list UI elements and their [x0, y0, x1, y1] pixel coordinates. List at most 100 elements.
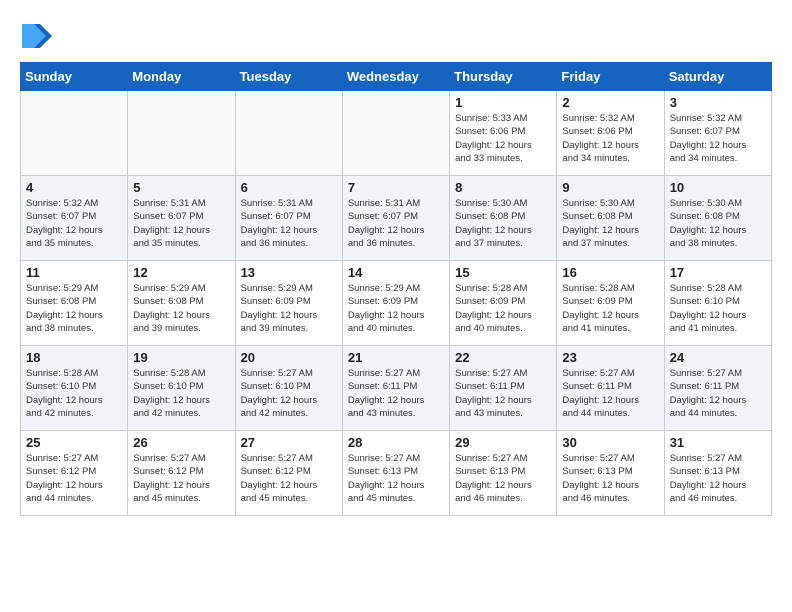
day-info: Sunrise: 5:28 AM Sunset: 6:09 PM Dayligh…	[455, 282, 551, 335]
day-info: Sunrise: 5:33 AM Sunset: 6:06 PM Dayligh…	[455, 112, 551, 165]
day-number: 2	[562, 95, 658, 110]
day-info: Sunrise: 5:32 AM Sunset: 6:06 PM Dayligh…	[562, 112, 658, 165]
calendar-day-cell	[21, 91, 128, 176]
day-number: 16	[562, 265, 658, 280]
logo-icon	[20, 20, 52, 52]
day-info: Sunrise: 5:28 AM Sunset: 6:10 PM Dayligh…	[26, 367, 122, 420]
calendar-day-cell: 4 Sunrise: 5:32 AM Sunset: 6:07 PM Daylig…	[21, 176, 128, 261]
calendar-day-cell: 29 Sunrise: 5:27 AM Sunset: 6:13 PM Dayli…	[450, 431, 557, 516]
calendar-week-row: 25 Sunrise: 5:27 AM Sunset: 6:12 PM Dayli…	[21, 431, 772, 516]
day-info: Sunrise: 5:30 AM Sunset: 6:08 PM Dayligh…	[670, 197, 766, 250]
calendar-day-cell	[128, 91, 235, 176]
day-info: Sunrise: 5:27 AM Sunset: 6:11 PM Dayligh…	[562, 367, 658, 420]
calendar-day-cell: 16 Sunrise: 5:28 AM Sunset: 6:09 PM Dayli…	[557, 261, 664, 346]
calendar-day-cell: 27 Sunrise: 5:27 AM Sunset: 6:12 PM Dayli…	[235, 431, 342, 516]
day-number: 19	[133, 350, 229, 365]
calendar-day-cell: 24 Sunrise: 5:27 AM Sunset: 6:11 PM Dayli…	[664, 346, 771, 431]
day-info: Sunrise: 5:27 AM Sunset: 6:13 PM Dayligh…	[562, 452, 658, 505]
calendar-day-cell: 20 Sunrise: 5:27 AM Sunset: 6:10 PM Dayli…	[235, 346, 342, 431]
day-number: 11	[26, 265, 122, 280]
day-info: Sunrise: 5:30 AM Sunset: 6:08 PM Dayligh…	[562, 197, 658, 250]
day-number: 20	[241, 350, 337, 365]
day-number: 25	[26, 435, 122, 450]
calendar-day-cell: 7 Sunrise: 5:31 AM Sunset: 6:07 PM Daylig…	[342, 176, 449, 261]
calendar-day-cell: 3 Sunrise: 5:32 AM Sunset: 6:07 PM Daylig…	[664, 91, 771, 176]
day-number: 15	[455, 265, 551, 280]
day-info: Sunrise: 5:29 AM Sunset: 6:09 PM Dayligh…	[241, 282, 337, 335]
calendar-table: SundayMondayTuesdayWednesdayThursdayFrid…	[20, 62, 772, 516]
calendar-week-row: 11 Sunrise: 5:29 AM Sunset: 6:08 PM Dayli…	[21, 261, 772, 346]
calendar-day-cell: 31 Sunrise: 5:27 AM Sunset: 6:13 PM Dayli…	[664, 431, 771, 516]
day-number: 18	[26, 350, 122, 365]
day-info: Sunrise: 5:28 AM Sunset: 6:10 PM Dayligh…	[133, 367, 229, 420]
calendar-day-cell: 14Sunrise: 5:29 AM Sunset: 6:09 PM Dayli…	[342, 261, 449, 346]
calendar-day-cell: 1 Sunrise: 5:33 AM Sunset: 6:06 PM Daylig…	[450, 91, 557, 176]
day-number: 1	[455, 95, 551, 110]
calendar-week-row: 4 Sunrise: 5:32 AM Sunset: 6:07 PM Daylig…	[21, 176, 772, 261]
day-of-week-header: Thursday	[450, 63, 557, 91]
calendar-week-row: 1 Sunrise: 5:33 AM Sunset: 6:06 PM Daylig…	[21, 91, 772, 176]
day-of-week-header: Tuesday	[235, 63, 342, 91]
calendar-day-cell: 6 Sunrise: 5:31 AM Sunset: 6:07 PM Daylig…	[235, 176, 342, 261]
day-number: 17	[670, 265, 766, 280]
day-info: Sunrise: 5:27 AM Sunset: 6:12 PM Dayligh…	[133, 452, 229, 505]
day-info: Sunrise: 5:31 AM Sunset: 6:07 PM Dayligh…	[133, 197, 229, 250]
calendar-day-cell: 30 Sunrise: 5:27 AM Sunset: 6:13 PM Dayli…	[557, 431, 664, 516]
day-number: 6	[241, 180, 337, 195]
day-number: 4	[26, 180, 122, 195]
day-info: Sunrise: 5:29 AM Sunset: 6:09 PM Dayligh…	[348, 282, 444, 335]
day-info: Sunrise: 5:29 AM Sunset: 6:08 PM Dayligh…	[133, 282, 229, 335]
day-number: 13	[241, 265, 337, 280]
day-info: Sunrise: 5:27 AM Sunset: 6:12 PM Dayligh…	[26, 452, 122, 505]
calendar-day-cell: 28Sunrise: 5:27 AM Sunset: 6:13 PM Dayli…	[342, 431, 449, 516]
day-of-week-header: Friday	[557, 63, 664, 91]
day-of-week-header: Sunday	[21, 63, 128, 91]
day-number: 31	[670, 435, 766, 450]
day-number: 22	[455, 350, 551, 365]
day-info: Sunrise: 5:27 AM Sunset: 6:13 PM Dayligh…	[455, 452, 551, 505]
day-number: 26	[133, 435, 229, 450]
day-info: Sunrise: 5:27 AM Sunset: 6:13 PM Dayligh…	[670, 452, 766, 505]
calendar-day-cell: 5 Sunrise: 5:31 AM Sunset: 6:07 PM Daylig…	[128, 176, 235, 261]
calendar-day-cell: 10Sunrise: 5:30 AM Sunset: 6:08 PM Dayli…	[664, 176, 771, 261]
day-number: 9	[562, 180, 658, 195]
calendar-day-cell: 13 Sunrise: 5:29 AM Sunset: 6:09 PM Dayli…	[235, 261, 342, 346]
calendar-day-cell	[235, 91, 342, 176]
day-number: 5	[133, 180, 229, 195]
day-number: 24	[670, 350, 766, 365]
day-number: 27	[241, 435, 337, 450]
day-info: Sunrise: 5:30 AM Sunset: 6:08 PM Dayligh…	[455, 197, 551, 250]
day-info: Sunrise: 5:27 AM Sunset: 6:11 PM Dayligh…	[455, 367, 551, 420]
day-info: Sunrise: 5:27 AM Sunset: 6:10 PM Dayligh…	[241, 367, 337, 420]
day-number: 7	[348, 180, 444, 195]
calendar-day-cell: 2 Sunrise: 5:32 AM Sunset: 6:06 PM Daylig…	[557, 91, 664, 176]
logo	[20, 20, 56, 52]
calendar-day-cell: 23Sunrise: 5:27 AM Sunset: 6:11 PM Dayli…	[557, 346, 664, 431]
calendar-day-cell: 12Sunrise: 5:29 AM Sunset: 6:08 PM Dayli…	[128, 261, 235, 346]
calendar-week-row: 18 Sunrise: 5:28 AM Sunset: 6:10 PM Dayli…	[21, 346, 772, 431]
day-info: Sunrise: 5:27 AM Sunset: 6:11 PM Dayligh…	[348, 367, 444, 420]
calendar-day-cell: 22 Sunrise: 5:27 AM Sunset: 6:11 PM Dayli…	[450, 346, 557, 431]
day-info: Sunrise: 5:32 AM Sunset: 6:07 PM Dayligh…	[670, 112, 766, 165]
day-info: Sunrise: 5:31 AM Sunset: 6:07 PM Dayligh…	[241, 197, 337, 250]
day-of-week-header: Saturday	[664, 63, 771, 91]
day-number: 29	[455, 435, 551, 450]
day-number: 8	[455, 180, 551, 195]
calendar-day-cell	[342, 91, 449, 176]
day-info: Sunrise: 5:28 AM Sunset: 6:09 PM Dayligh…	[562, 282, 658, 335]
calendar-day-cell: 15 Sunrise: 5:28 AM Sunset: 6:09 PM Dayli…	[450, 261, 557, 346]
day-info: Sunrise: 5:31 AM Sunset: 6:07 PM Dayligh…	[348, 197, 444, 250]
calendar-header-row: SundayMondayTuesdayWednesdayThursdayFrid…	[21, 63, 772, 91]
day-number: 30	[562, 435, 658, 450]
day-number: 3	[670, 95, 766, 110]
day-number: 21	[348, 350, 444, 365]
day-info: Sunrise: 5:29 AM Sunset: 6:08 PM Dayligh…	[26, 282, 122, 335]
calendar-day-cell: 11 Sunrise: 5:29 AM Sunset: 6:08 PM Dayli…	[21, 261, 128, 346]
day-info: Sunrise: 5:27 AM Sunset: 6:11 PM Dayligh…	[670, 367, 766, 420]
calendar-day-cell: 8 Sunrise: 5:30 AM Sunset: 6:08 PM Daylig…	[450, 176, 557, 261]
calendar-day-cell: 17Sunrise: 5:28 AM Sunset: 6:10 PM Dayli…	[664, 261, 771, 346]
day-info: Sunrise: 5:32 AM Sunset: 6:07 PM Dayligh…	[26, 197, 122, 250]
page-header	[20, 20, 772, 52]
calendar-day-cell: 21 Sunrise: 5:27 AM Sunset: 6:11 PM Dayli…	[342, 346, 449, 431]
day-info: Sunrise: 5:27 AM Sunset: 6:12 PM Dayligh…	[241, 452, 337, 505]
